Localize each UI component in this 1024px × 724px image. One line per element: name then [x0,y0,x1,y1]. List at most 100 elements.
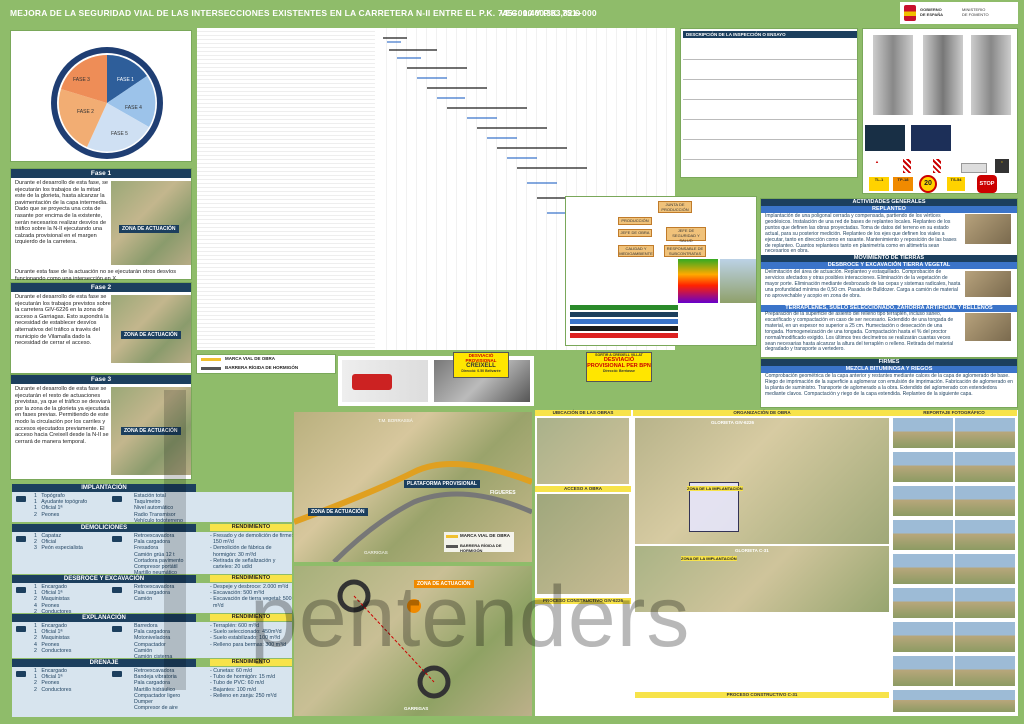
worker-icon [16,536,26,542]
phase-pie-chart: FASE 1 FASE 2 FASE 3 FASE 4 FASE 5 [51,47,163,159]
barrera-label: BARRERA RÍGIDA DE HORMIGÓN [225,365,299,370]
fase-1-aerial: ZONA DE ACTUACIÓN [111,181,191,265]
barrier-sign-icon [961,163,987,173]
report-photo-5 [893,486,953,516]
road-diagram-1 [873,35,913,115]
paver-icon [352,374,392,390]
desvio-1-t3: Direcció: 0.50 Bellvarée [461,369,501,373]
traffic-light-icon: • [995,159,1009,173]
report-photo-12 [955,588,1015,618]
act-terraplenes-text: Preparación de la superficie de asiento … [765,311,954,353]
fase-2-panel: Fase 2 Durante el desarrollo de esta fas… [10,282,192,374]
pie-label-2: FASE 2 [77,109,94,115]
legend-bar-2 [570,312,678,317]
worker-icon [16,587,26,593]
cone-sign-icon: ▲ [875,159,879,164]
gantt-task-table [197,28,375,350]
road-diagram-3 [971,35,1011,115]
res-drenaje-staff: 1 Encargado 1 Oficial 1ª 2 Peones 2 Cond… [34,668,72,693]
organizacion-title: ORGANIZACIÓN DE OBRA [633,410,891,416]
act-mezcla-text: Comprobación geométrica de la capa anter… [765,373,1013,397]
marca-vial-swatch [201,358,221,361]
night-photo-1 [865,125,905,151]
sign-tl1: TL-1 [869,177,889,191]
fase-1-note: Durante esta fase de la actuación no se … [15,269,177,282]
watermark-text: pentenders [250,569,691,665]
org-top-box: JUNTA DE PRODUCCIÓN [658,201,692,213]
organizacion-map: GLORIETA GIV-6226 ZONA DE LA IMPLANTACIÓ… [635,418,889,544]
ministry-logo: GOBIERNO DE ESPAÑA MINISTERIO DE FOMENTO [900,2,1018,24]
rend-drenaje-text: - Cunetas: 60 m/d - Tubo de hormigón: 15… [210,668,277,699]
org-subcontratas: RESPONSABLE DE SUBCONTRATAS [664,245,706,257]
desvio-sign-bpn: SORTIR A CREIXELL VILLAT DESVIACIÓ PROVI… [586,352,652,382]
acceso-title: ACCESO A OBRA [535,486,631,492]
fase-2-legend: MARCA VIAL DE OBRA BARRERA RÍGIDA DE HOR… [196,354,336,374]
fase-3-text: Durante el desarrollo de esta fase se ej… [15,386,111,445]
res-desbroce-staff: 1 Encargado 1 Oficial 1ª 2 Maquinistas 4… [34,584,72,615]
act-replanteo-head: REPLANTEO [761,206,1017,213]
org-produccion: PRODUCCIÓN [618,217,652,225]
tb6-sign-icon [933,159,941,173]
desvio-2-t3: Direcció: Berriasse [603,369,635,373]
act-replanteo-text: Implantación de una poligonal cerrada y … [765,213,957,255]
worker-icon [16,626,26,632]
proceso2-title: PROCESO CONSTRUCTIVO C-31 [635,692,889,698]
marca-vial-label: MARCA VIAL DE OBRA [225,356,276,361]
fase-2-zona: ZONA DE ACTUACIÓN [121,331,181,339]
paver-diagram [342,360,428,402]
pie-label-5: FASE 5 [111,131,128,137]
act-desbroce-text: Delimitación del área de actuación. Repl… [765,269,961,299]
legend-bar-4 [570,326,678,331]
map1-figueres: FIGUERES [490,490,516,496]
org-jefe-obra: JEFE DE OBRA [618,229,652,237]
worker-icon [16,496,26,502]
sign-ts54: TS-54 [947,177,965,191]
speed-limit-sign: 20 [919,175,937,193]
desvio-1-t1: DESVIACIÓ PROVISIONAL [465,353,497,363]
fase-3-title: Fase 3 [11,375,191,384]
res-implantacion-body: 1 Topógrafo 1 Ayudante topógrafo 1 Ofici… [12,492,292,524]
map1-plataforma: PLATAFORMA PROVISIONAL [404,480,480,488]
legend-bar-1 [570,305,678,310]
roller-icon [112,626,122,632]
fase-1-text: Durante el desarrollo de esta fase, se e… [15,180,108,246]
report-photo-14 [955,622,1015,652]
res-explanacion-staff: 1 Encargado 1 Oficial 1ª 2 Maquinistas 4… [34,623,72,654]
sign-tp18: TP-18 [893,177,913,191]
vehicle-icon [112,496,122,502]
report-photo-11 [893,588,953,618]
ubicacion-title: UBICACIÓN DE LAS OBRAS [535,410,631,416]
act-replanteo-photo [965,214,1011,244]
fase-1-title: Fase 1 [11,169,191,178]
night-photo-2 [911,125,951,151]
legend-bar-3 [570,319,678,324]
fase-2-aerial: ZONA DE ACTUACIÓN [111,295,191,363]
map1-marca: MARCA VIAL DE OBRA [460,533,511,538]
act-title: ACTIVIDADES GENERALES [761,199,1017,206]
report-photo-1 [893,418,953,448]
pie-label-4: FASE 4 [125,105,142,111]
reportaje-title: REPORTAJE FOTOGRÁFICO [891,410,1017,416]
map1-legend: MARCA VIAL DE OBRA BARRERA RÍGIDA DE HOR… [444,532,514,553]
legend-bar-5 [570,333,678,338]
budget-value: VEC: 1.460.303,82 € [500,8,580,18]
act-desbroce-photo [965,271,1011,297]
report-photo-10 [955,554,1015,584]
act-movimiento-head: MOVIMIENTO DE TIERRAS [761,255,1017,262]
excavator-icon [112,536,122,542]
stop-sign: STOP [977,175,997,193]
truck-icon [112,587,122,593]
report-photo-16 [955,656,1015,686]
inspection-table: DESCRIPCIÓN DE LA INSPECCIÓN O ENSAYO [680,28,858,178]
ubicacion-map [537,418,629,484]
glorieta2-label: GLORIETA C-31 [735,548,769,553]
res-demoliciones-staff: 1 Capataz 2 Oficial 3 Peón especialista [34,533,83,552]
act-firmes-head: FIRMES [761,359,1017,366]
map1-barrera: BARRERA RÍGIDA DE HORMIGÓN [460,543,502,553]
res-drenaje-body: 1 Encargado 1 Oficial 1ª 2 Peones 2 Cond… [12,659,292,717]
report-photo-4 [955,452,1015,482]
report-photo-13 [893,622,953,652]
firmes-panel: FIRMES MEZCLA BITUMINOSA Y RIEGOS Compro… [760,358,1018,408]
report-photo-17 [893,690,1015,712]
rend-demoliciones-text: - Fresado y de demolición de firme: 150 … [210,533,294,571]
